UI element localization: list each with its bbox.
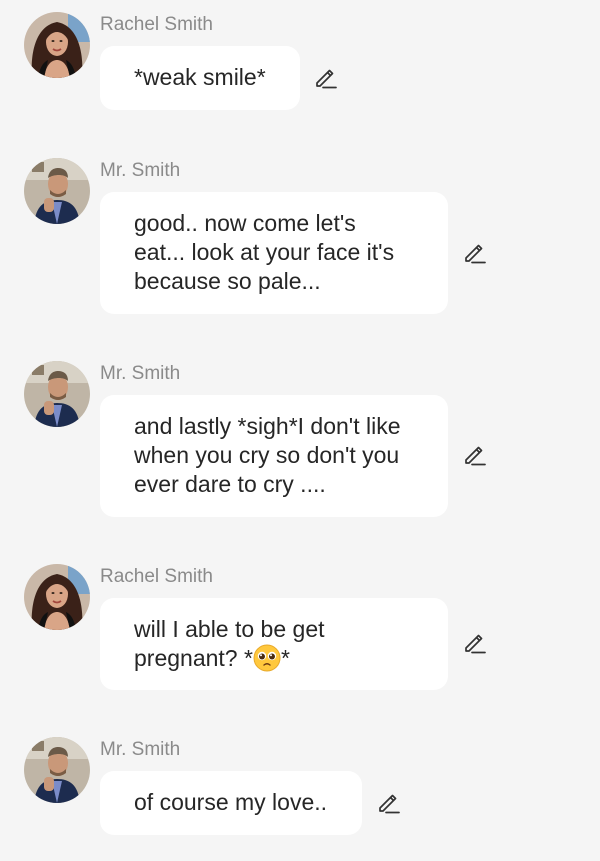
message-bubble[interactable]: will I able to be get pregnant? * *	[100, 598, 448, 690]
message-text: *	[280, 645, 290, 671]
man-avatar-image	[24, 361, 90, 427]
woman-avatar-image	[24, 12, 90, 78]
sender-name: Rachel Smith	[100, 566, 213, 587]
sender-name: Mr. Smith	[100, 363, 181, 384]
woman-avatar-image	[24, 564, 90, 630]
sender-name: Rachel Smith	[100, 14, 213, 35]
avatar[interactable]	[24, 361, 90, 427]
message-bubble[interactable]: and lastly *sigh*I don't like when you c…	[100, 395, 448, 517]
message-text-line: will I able to be get	[134, 616, 325, 642]
message-text-line: when you cry so don't you	[134, 442, 400, 468]
message-text-line: eat... look at your face it's	[134, 239, 395, 265]
pencil-edit-icon[interactable]	[376, 789, 402, 815]
message-text-line: because so pale...	[134, 268, 321, 294]
message-text: of course my love..	[134, 789, 328, 815]
message-bubble[interactable]: good.. now come let's eat... look at you…	[100, 192, 448, 314]
pencil-edit-icon[interactable]	[462, 239, 488, 265]
pencil-edit-icon[interactable]	[462, 629, 488, 655]
message-text: pregnant? *	[134, 645, 253, 671]
avatar[interactable]	[24, 564, 90, 630]
avatar[interactable]	[24, 158, 90, 224]
message-text-line: and lastly *sigh*I don't like	[134, 413, 401, 439]
pleading-face-emoji-icon	[253, 644, 281, 672]
avatar[interactable]	[24, 12, 90, 78]
message-bubble[interactable]: of course my love..	[100, 771, 362, 835]
message-text: *weak smile*	[134, 64, 266, 90]
message-text-line: good.. now come let's	[134, 210, 356, 236]
message-text-line: pregnant? * *	[134, 644, 426, 673]
avatar[interactable]	[24, 737, 90, 803]
man-avatar-image	[24, 158, 90, 224]
message-bubble[interactable]: *weak smile*	[100, 46, 300, 110]
pencil-edit-icon[interactable]	[462, 441, 488, 467]
sender-name: Mr. Smith	[100, 739, 181, 760]
message-text-line: ever dare to cry ....	[134, 471, 326, 497]
sender-name: Mr. Smith	[100, 160, 181, 181]
man-avatar-image	[24, 737, 90, 803]
pencil-edit-icon[interactable]	[313, 64, 339, 90]
